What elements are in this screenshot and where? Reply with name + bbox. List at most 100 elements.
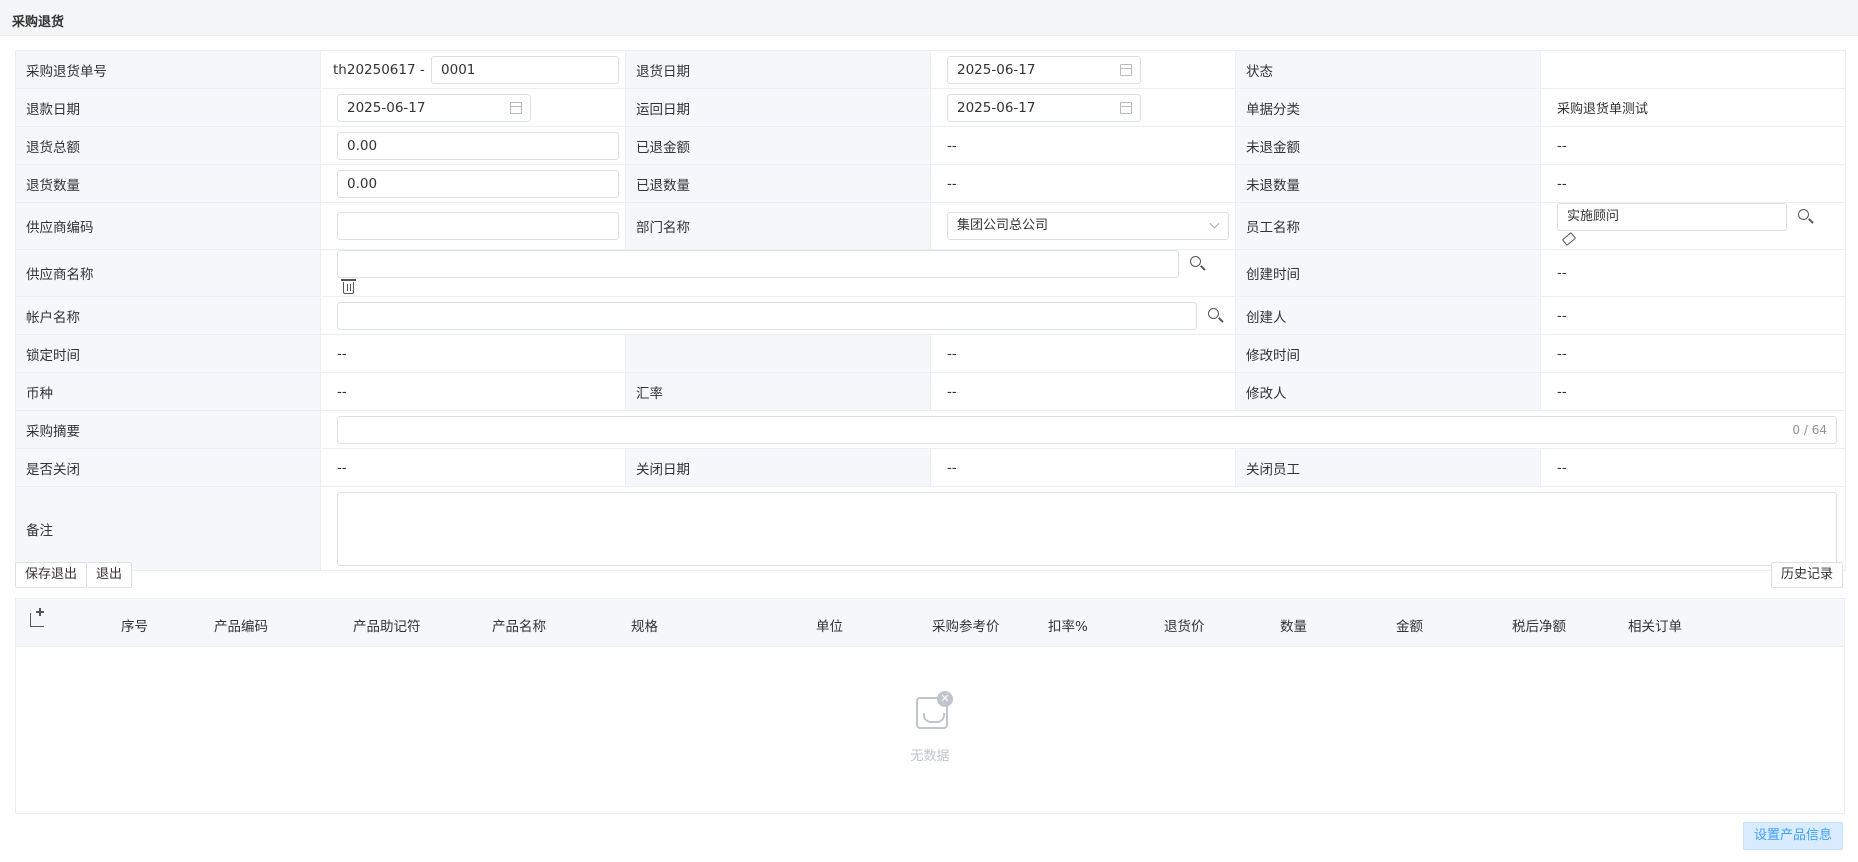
account-name-label: 帐户名称: [15, 296, 321, 335]
unrefunded-amount-label: 未退金额: [1235, 126, 1541, 165]
search-icon[interactable]: [1207, 307, 1225, 325]
doc-category-value: 采购退货单测试: [1540, 88, 1846, 127]
ship-back-date-picker[interactable]: 2025-06-17: [947, 93, 1141, 122]
col-spec: 规格: [631, 619, 658, 635]
col-net-after-tax: 税后净额: [1512, 619, 1566, 635]
save-exit-button[interactable]: 保存退出: [15, 562, 88, 588]
supplier-code-label: 供应商编码: [15, 202, 321, 250]
page-title: 采购退货: [12, 15, 65, 30]
currency-label: 币种: [15, 372, 321, 411]
exit-button[interactable]: 退出: [87, 562, 133, 588]
search-icon[interactable]: [1797, 208, 1815, 226]
dept-name-select[interactable]: 集团公司总公司: [947, 212, 1229, 240]
refunded-amount-label: 已退金额: [625, 126, 931, 165]
return-total-input[interactable]: 0.00: [337, 131, 619, 160]
col-related-order: 相关订单: [1628, 619, 1682, 635]
grid-header: 序号 产品编码 产品助记符 产品名称 规格 单位 采购参考价 扣率% 退货价 数…: [16, 599, 1844, 647]
lock-time-value: --: [320, 334, 626, 373]
return-date-label: 退货日期: [625, 50, 931, 89]
col-product-code: 产品编码: [214, 619, 268, 635]
product-grid: 序号 产品编码 产品助记符 产品名称 规格 单位 采购参考价 扣率% 退货价 数…: [15, 598, 1845, 814]
return-date-picker[interactable]: 2025-06-17: [947, 55, 1141, 84]
return-no-input[interactable]: 0001: [431, 55, 620, 84]
lock-time-label: 锁定时间: [15, 334, 321, 373]
dept-name-label: 部门名称: [625, 202, 931, 250]
closed-label: 是否关闭: [15, 448, 321, 487]
returned-qty-label: 已退数量: [625, 164, 931, 203]
supplier-code-input[interactable]: [337, 212, 619, 240]
col-amount: 金额: [1396, 619, 1423, 635]
remark-textarea[interactable]: [337, 491, 1837, 566]
created-time-label: 创建时间: [1235, 249, 1541, 297]
calendar-icon: [1120, 63, 1132, 76]
dept-name-value: 集团公司总公司: [957, 218, 1049, 233]
summary-input[interactable]: [337, 415, 1837, 444]
chevron-down-icon: [1209, 218, 1220, 229]
refund-date-picker[interactable]: 2025-06-17: [337, 93, 531, 122]
calendar-icon: [510, 101, 522, 114]
modified-time-value: --: [1540, 334, 1846, 373]
close-employee-label: 关闭员工: [1235, 448, 1541, 487]
return-form: 采购退货单号 th20250617 - 0001 退货日期 2025-06-17…: [15, 50, 1846, 571]
ship-back-date-label: 运回日期: [625, 88, 931, 127]
return-date-value: 2025-06-17: [957, 61, 1036, 78]
creator-label: 创建人: [1235, 296, 1541, 335]
history-button[interactable]: 历史记录: [1770, 562, 1843, 588]
grid-empty-state: ✕ 无数据: [16, 647, 1844, 813]
refund-date-label: 退款日期: [15, 88, 321, 127]
col-return-price: 退货价: [1164, 619, 1205, 635]
close-date-value: --: [930, 448, 1236, 487]
currency-value: --: [320, 372, 626, 411]
closed-value: --: [320, 448, 626, 487]
set-product-info-button[interactable]: 设置产品信息: [1742, 822, 1843, 850]
supplier-name-input[interactable]: [337, 250, 1179, 278]
return-qty-input[interactable]: 0.00: [337, 169, 619, 198]
created-time-value: --: [1540, 249, 1846, 297]
return-total-label: 退货总额: [15, 126, 321, 165]
col-product-mnemonic: 产品助记符: [353, 619, 421, 635]
col-ref-price: 采购参考价: [932, 619, 1000, 635]
calendar-icon: [1120, 101, 1132, 114]
page-header: 采购退货: [0, 0, 1858, 36]
col-discount-rate: 扣率%: [1048, 619, 1088, 635]
employee-name-input[interactable]: 实施顾问: [1557, 203, 1787, 231]
exchange-rate-label: 汇率: [625, 372, 931, 411]
refund-date-value: 2025-06-17: [347, 99, 426, 116]
blank-label: [625, 334, 931, 373]
ship-back-date-value: 2025-06-17: [957, 99, 1036, 116]
return-no-prefix: th20250617 -: [333, 61, 425, 78]
col-quantity: 数量: [1280, 619, 1307, 635]
summary-label: 采购摘要: [15, 410, 321, 449]
unreturned-qty-value: --: [1540, 164, 1846, 203]
status-value: [1540, 50, 1846, 89]
form-actions: 保存退出 退出: [15, 562, 133, 588]
col-product-name: 产品名称: [492, 619, 546, 635]
account-name-input[interactable]: [337, 301, 1197, 330]
search-icon[interactable]: [1189, 255, 1207, 273]
eraser-icon[interactable]: [1561, 231, 1579, 249]
modified-time-label: 修改时间: [1235, 334, 1541, 373]
doc-category-label: 单据分类: [1235, 88, 1541, 127]
unrefunded-amount-value: --: [1540, 126, 1846, 165]
exchange-rate-value: --: [930, 372, 1236, 411]
supplier-name-label: 供应商名称: [15, 249, 321, 297]
modifier-label: 修改人: [1235, 372, 1541, 411]
summary-char-counter: 0 / 64: [1792, 423, 1827, 437]
col-unit: 单位: [816, 619, 843, 635]
remark-label: 备注: [15, 486, 321, 571]
empty-text: 无数据: [910, 749, 950, 764]
col-seq: 序号: [121, 619, 148, 635]
employee-name-label: 员工名称: [1235, 202, 1541, 250]
empty-close-badge-icon: ✕: [937, 691, 953, 707]
trash-icon[interactable]: [340, 278, 358, 296]
return-no-label: 采购退货单号: [15, 50, 321, 89]
unreturned-qty-label: 未退数量: [1235, 164, 1541, 203]
status-label: 状态: [1235, 50, 1541, 89]
creator-value: --: [1540, 296, 1846, 335]
close-date-label: 关闭日期: [625, 448, 931, 487]
add-column-icon[interactable]: [30, 608, 44, 627]
returned-qty-value: --: [930, 164, 1236, 203]
blank-value: --: [930, 334, 1236, 373]
return-qty-label: 退货数量: [15, 164, 321, 203]
close-employee-value: --: [1540, 448, 1846, 487]
